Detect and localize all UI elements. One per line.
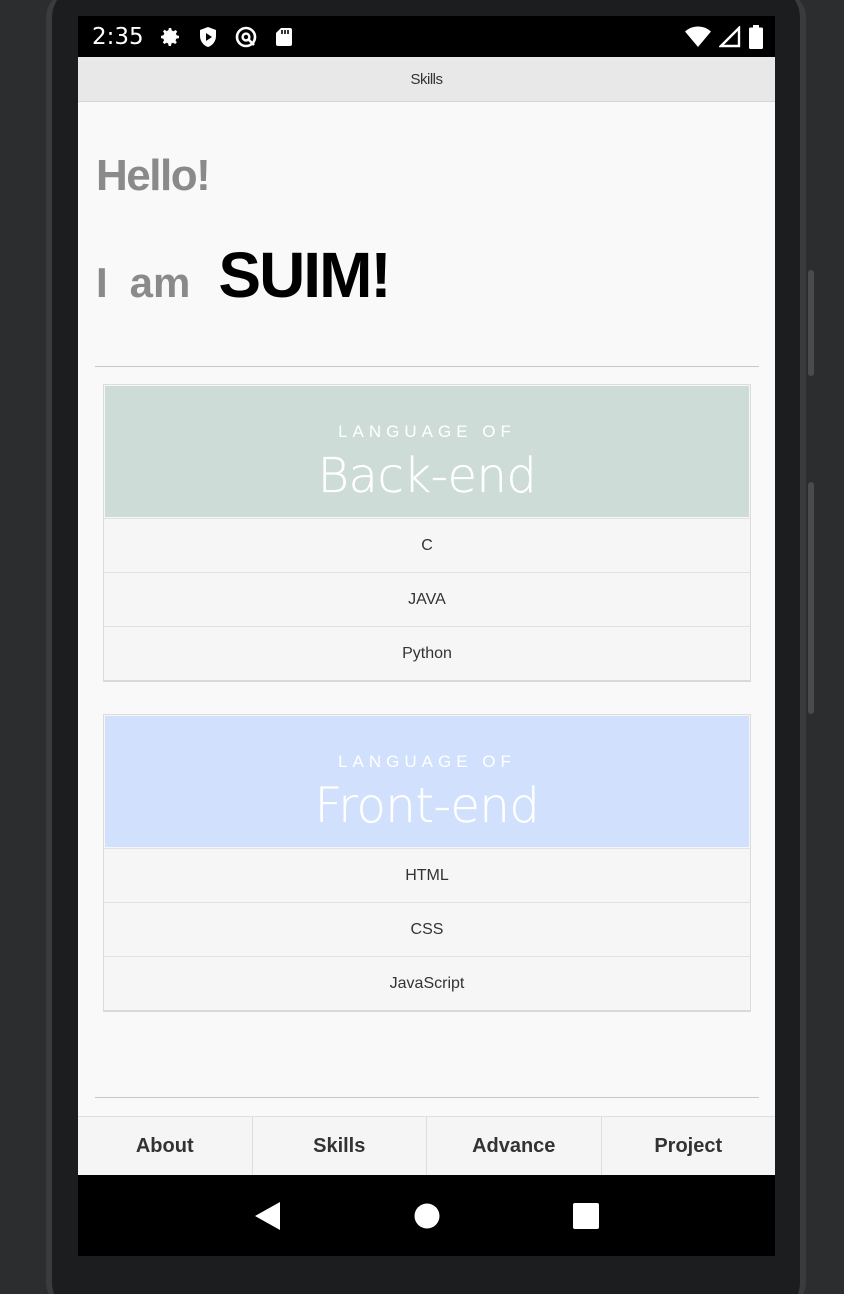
volume-button[interactable]: [808, 270, 814, 376]
app-screen: 2:35 Skills Hello! I am SUIM! LANGUAGE O…: [78, 16, 775, 1256]
sd-card-icon: [272, 25, 296, 49]
recents-icon[interactable]: [572, 1202, 599, 1229]
shield-play-icon: [196, 25, 220, 49]
back-icon[interactable]: [254, 1201, 281, 1230]
battery-icon: [749, 24, 763, 49]
status-bar: 2:35: [78, 16, 775, 57]
intro-i: I: [96, 259, 108, 306]
list-item[interactable]: Python: [104, 626, 750, 680]
tab-skills[interactable]: Skills: [253, 1117, 427, 1175]
list-item[interactable]: HTML: [104, 848, 750, 902]
card-subtitle: LANGUAGE OF: [338, 422, 516, 441]
tab-about[interactable]: About: [78, 1117, 253, 1175]
intro-am: am: [129, 259, 191, 306]
backend-card: LANGUAGE OF Back-end C JAVA Python: [103, 384, 751, 682]
tab-advance[interactable]: Advance: [427, 1117, 602, 1175]
intro-name: SUIM!: [218, 239, 391, 311]
list-item[interactable]: CSS: [104, 902, 750, 956]
frontend-card: LANGUAGE OF Front-end HTML CSS JavaScrip…: [103, 714, 751, 1012]
at-sign-icon: [234, 25, 258, 49]
card-header: LANGUAGE OF Back-end: [105, 386, 749, 517]
card-title: Front-end: [314, 778, 540, 834]
hello-heading: Hello!: [96, 151, 211, 200]
signal-icon: [719, 25, 741, 48]
tab-project[interactable]: Project: [602, 1117, 776, 1175]
power-button[interactable]: [808, 482, 814, 714]
status-time: 2:35: [92, 23, 144, 50]
title-bar: Skills: [78, 57, 775, 102]
page-title: Skills: [410, 70, 443, 88]
system-nav-bar: [78, 1175, 775, 1256]
bottom-tab-bar: About Skills Advance Project: [78, 1116, 775, 1175]
list-item[interactable]: JAVA: [104, 572, 750, 626]
card-title: Back-end: [317, 448, 537, 504]
divider: [95, 366, 759, 367]
card-header: LANGUAGE OF Front-end: [105, 716, 749, 847]
card-subtitle: LANGUAGE OF: [338, 752, 516, 771]
settings-icon: [158, 25, 182, 49]
list-item[interactable]: C: [104, 518, 750, 572]
list-item[interactable]: JavaScript: [104, 956, 750, 1010]
home-icon[interactable]: [414, 1203, 440, 1229]
wifi-icon: [685, 26, 711, 48]
divider: [95, 1097, 759, 1098]
intro-heading: I am SUIM!: [96, 238, 392, 328]
